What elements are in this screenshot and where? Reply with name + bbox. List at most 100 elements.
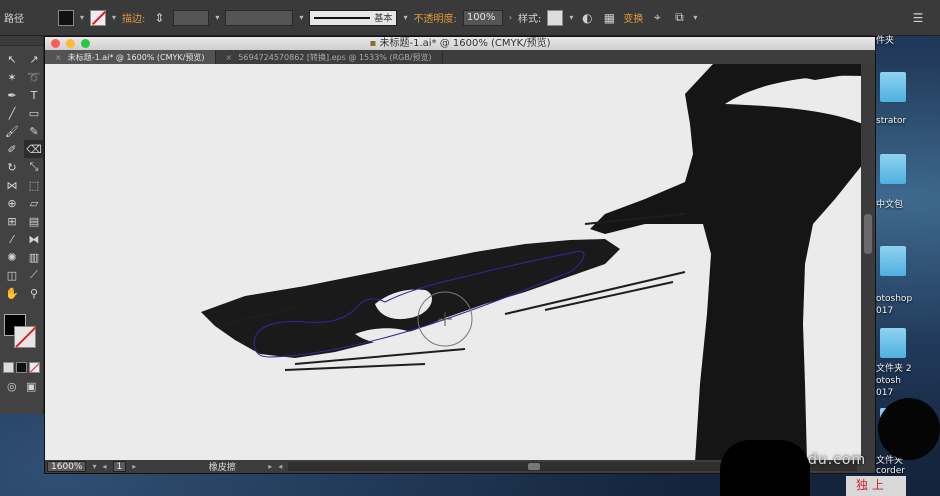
artboard-icon[interactable]: ◫: [2, 266, 22, 284]
isolate-icon[interactable]: ⌖: [649, 10, 665, 26]
color-mode-icon[interactable]: [3, 362, 14, 373]
panel-menu-icon[interactable]: ☰: [910, 10, 926, 26]
zoom-dropdown-icon[interactable]: ▾: [92, 462, 96, 471]
tools-panel: ↖ ↗ ✶ ➰ ✒ T ╱ ▭ 🖌 ✎ ✐ ⌫ ↻ ⤡ ⋈ ⬚ ⊕ ▱ ⊞ ▤ …: [0, 36, 44, 414]
artboard-number-field[interactable]: 1: [112, 461, 127, 472]
opacity-dropdown-icon[interactable]: ›: [509, 13, 512, 22]
screen-mode-icon[interactable]: ▣: [23, 377, 41, 395]
stroke-weight-label[interactable]: 描边:: [122, 10, 145, 25]
document-file-icon: ▪: [369, 38, 377, 49]
folder-icon[interactable]: [880, 154, 906, 184]
blend-icon[interactable]: ⧓: [24, 230, 44, 248]
control-bar: 路径 ▾ ▾ 描边: ⇕ ▾ ▾ 基本 ▾ 不透明度: 100% › 样式: ▾…: [0, 0, 940, 36]
zoom-level-field[interactable]: 1600%: [47, 461, 87, 472]
folder-icon[interactable]: [880, 328, 906, 358]
style-dropdown-icon[interactable]: ▾: [569, 13, 573, 22]
desktop-icon-label: strator: [876, 116, 907, 126]
slice-icon[interactable]: ⟋: [24, 266, 44, 284]
stepper-icon[interactable]: ⇕: [151, 10, 167, 26]
magic-wand-icon[interactable]: ✶: [2, 68, 22, 86]
hscroll-left-icon[interactable]: ◂: [278, 462, 282, 471]
document-tab-bar: × 未标题-1.ai* @ 1600% (CMYK/预览) × 56947245…: [45, 50, 875, 64]
stroke-swatch[interactable]: [90, 9, 107, 26]
arrange-dropdown-icon[interactable]: ▾: [693, 13, 697, 22]
pen-tool-icon[interactable]: ✒: [2, 86, 22, 104]
stroke-weight-field[interactable]: [173, 9, 210, 26]
selection-tool-icon[interactable]: ↖: [2, 50, 22, 68]
fill-stroke-controls: [2, 310, 41, 360]
folder-icon[interactable]: [880, 72, 906, 102]
opacity-field[interactable]: 100%: [462, 9, 503, 26]
artboard-next-icon[interactable]: ▸: [132, 462, 136, 471]
line-tool-icon[interactable]: ╱: [2, 104, 22, 122]
document-title: 未标题-1.ai* @ 1600% (CMYK/预览): [379, 38, 551, 49]
rotate-icon[interactable]: ↻: [2, 158, 22, 176]
watermark-text: du.com: [808, 452, 867, 468]
hand-icon[interactable]: ✋: [2, 284, 22, 302]
vertical-scrollbar[interactable]: [861, 64, 875, 462]
ink-stroke-vertical[interactable]: [590, 64, 863, 462]
column-graph-icon[interactable]: ▥: [24, 248, 44, 266]
overlay-shadow: [878, 398, 940, 460]
desktop-icon-label: otosh: [876, 376, 901, 386]
symbol-sprayer-icon[interactable]: ✺: [2, 248, 22, 266]
close-tab-icon[interactable]: ×: [226, 53, 233, 62]
tools-grid: ↖ ↗ ✶ ➰ ✒ T ╱ ▭ 🖌 ✎ ✐ ⌫ ↻ ⤡ ⋈ ⬚ ⊕ ▱ ⊞ ▤ …: [0, 46, 44, 306]
vertical-scroll-thumb[interactable]: [864, 214, 872, 254]
brush-profile-label: 基本: [374, 14, 393, 24]
direct-selection-icon[interactable]: ↗: [24, 50, 44, 68]
stroke-color-box[interactable]: [14, 326, 36, 348]
width-icon[interactable]: ⋈: [2, 176, 22, 194]
gradient-mode-icon[interactable]: [16, 362, 27, 373]
scale-icon[interactable]: ⤡: [24, 158, 44, 176]
zoom-window-button[interactable]: [81, 39, 90, 48]
desktop-icon-label: 中文包: [876, 200, 904, 210]
draw-mode-icon[interactable]: ◎: [3, 377, 21, 395]
type-tool-icon[interactable]: T: [24, 86, 44, 104]
shaper-icon[interactable]: ✐: [2, 140, 22, 158]
artboard-nav-icon[interactable]: ◂: [102, 462, 106, 471]
object-type-label: 路径: [4, 14, 24, 25]
horizontal-scroll-thumb[interactable]: [528, 463, 541, 470]
recolor-artwork-icon[interactable]: ◐: [579, 10, 595, 26]
opacity-label[interactable]: 不透明度:: [413, 10, 456, 25]
tools-panel-grip[interactable]: [0, 36, 43, 46]
variable-width-field[interactable]: [225, 9, 294, 26]
none-mode-icon[interactable]: [29, 362, 40, 373]
rectangle-tool-icon[interactable]: ▭: [24, 104, 44, 122]
align-icon[interactable]: ▦: [601, 10, 617, 26]
close-window-button[interactable]: [51, 39, 60, 48]
arrange-icon[interactable]: ⧉: [671, 10, 687, 26]
gradient-icon[interactable]: ▤: [24, 212, 44, 230]
brush-dropdown-icon[interactable]: ▾: [403, 13, 407, 22]
lasso-icon[interactable]: ➰: [24, 68, 44, 86]
eraser-icon[interactable]: ⌫: [24, 140, 44, 158]
paintbrush-icon[interactable]: 🖌: [2, 122, 22, 140]
pencil-icon[interactable]: ✎: [24, 122, 44, 140]
artboard-canvas[interactable]: [45, 64, 863, 462]
fill-swatch[interactable]: [58, 9, 74, 26]
brush-definition-field[interactable]: 基本: [309, 9, 398, 26]
eyedropper-icon[interactable]: ⁄: [2, 230, 22, 248]
variable-width-dropdown-icon[interactable]: ▾: [299, 13, 303, 22]
zoom-icon[interactable]: ⚲: [24, 284, 44, 302]
mesh-icon[interactable]: ⊞: [2, 212, 22, 230]
close-tab-icon[interactable]: ×: [55, 53, 62, 62]
tab-document-1[interactable]: × 未标题-1.ai* @ 1600% (CMYK/预览): [45, 50, 216, 64]
status-menu-icon[interactable]: ▸: [268, 462, 272, 471]
shape-builder-icon[interactable]: ⊕: [2, 194, 22, 212]
tab-label: 未标题-1.ai* @ 1600% (CMYK/预览): [67, 52, 205, 62]
perspective-icon[interactable]: ▱: [24, 194, 44, 212]
corner-logo-mark: 独 上: [846, 476, 906, 496]
minimize-window-button[interactable]: [66, 39, 75, 48]
tab-document-2[interactable]: × 5694724570862 [转换].eps @ 1533% (RGB/预览…: [216, 50, 443, 64]
free-transform-icon[interactable]: ⬚: [24, 176, 44, 194]
current-tool-name: 橡皮擦: [208, 463, 236, 473]
stroke-weight-dropdown-icon[interactable]: ▾: [215, 13, 219, 22]
stroke-dropdown-icon[interactable]: ▾: [112, 13, 116, 22]
fill-dropdown-icon[interactable]: ▾: [80, 13, 84, 22]
transform-link[interactable]: 变换: [623, 10, 643, 25]
folder-icon[interactable]: [880, 246, 906, 276]
desktop-icon-label: 017: [876, 306, 894, 316]
graphic-style-swatch[interactable]: [547, 9, 564, 26]
